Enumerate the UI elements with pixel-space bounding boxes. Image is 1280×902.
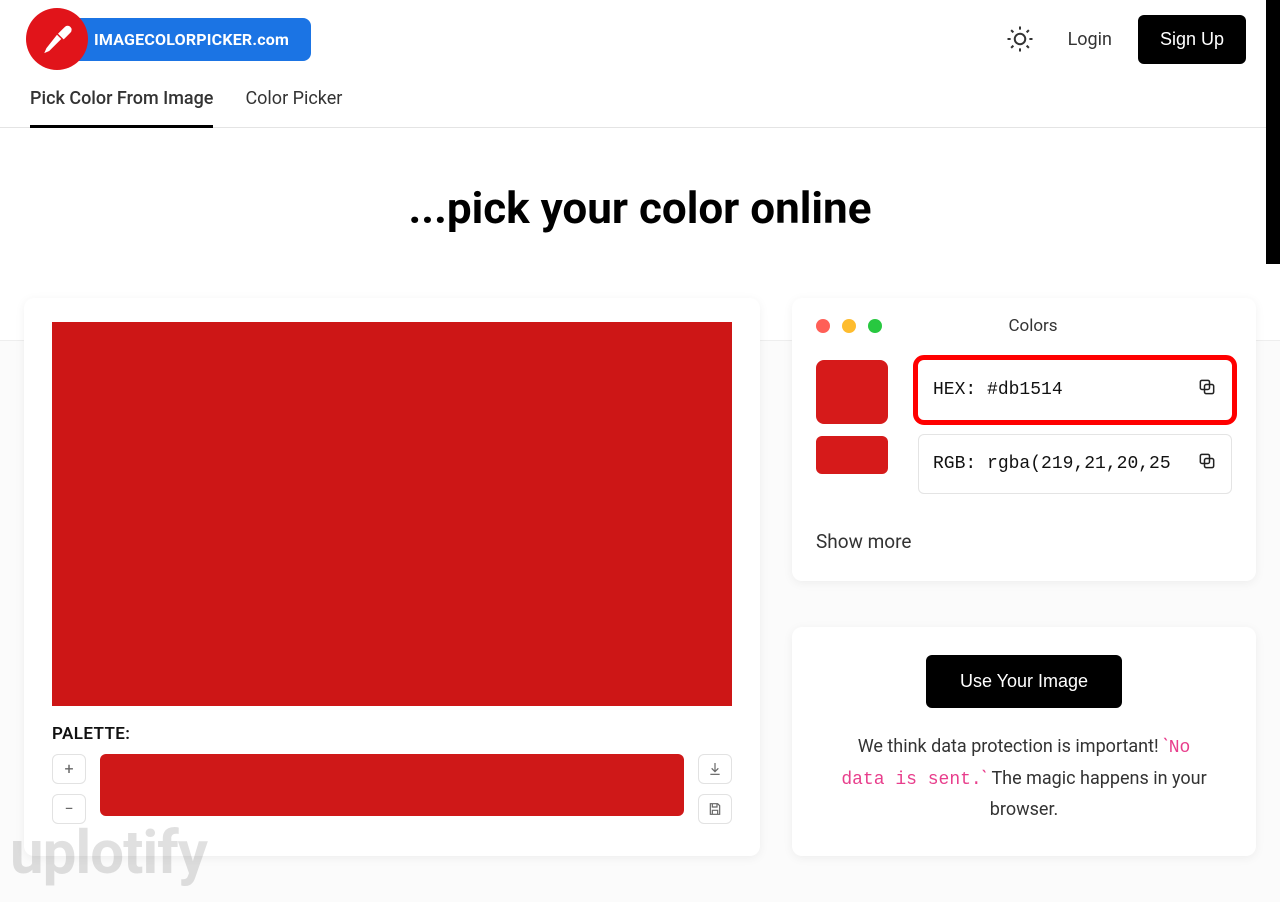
tab-color-picker[interactable]: Color Picker <box>245 88 342 127</box>
minus-icon: − <box>64 801 73 817</box>
window-controls <box>816 319 882 333</box>
use-image-card: Use Your Image We think data protection … <box>792 627 1256 856</box>
logo[interactable]: IMAGECOLORPICKER.com <box>26 8 311 70</box>
watermark: uplotify <box>10 817 207 888</box>
tab-pick-from-image[interactable]: Pick Color From Image <box>30 88 213 128</box>
page-title: ...pick your color online <box>0 182 1280 234</box>
zoom-in-button[interactable]: + <box>52 754 86 784</box>
use-your-image-button[interactable]: Use Your Image <box>926 655 1122 708</box>
copy-icon <box>1197 451 1217 471</box>
copy-rgb-button[interactable] <box>1197 451 1217 477</box>
rgb-value-row[interactable]: RGB: rgba(219,21,20,25 <box>918 434 1232 494</box>
save-icon <box>707 801 723 817</box>
eyedropper-icon <box>26 8 88 70</box>
hex-label: HEX: <box>933 380 976 400</box>
login-link[interactable]: Login <box>1068 29 1112 50</box>
save-button[interactable] <box>698 794 732 824</box>
maximize-icon <box>868 319 882 333</box>
image-card: PALETTE: + − <box>24 298 760 856</box>
rgb-label: RGB: <box>933 454 976 474</box>
header-actions: Login Sign Up <box>998 15 1246 64</box>
picked-color-swatch[interactable] <box>816 360 888 424</box>
rgb-value: rgba(219,21,20,25 <box>987 454 1171 474</box>
hex-value-row[interactable]: HEX: #db1514 <box>918 360 1232 420</box>
sun-icon <box>1005 24 1035 54</box>
copy-icon <box>1197 377 1217 397</box>
minimize-icon <box>842 319 856 333</box>
header: IMAGECOLORPICKER.com Login Sign Up <box>0 0 1280 70</box>
hero: ...pick your color online <box>0 128 1280 298</box>
download-button[interactable] <box>698 754 732 784</box>
show-more-link[interactable]: Show more <box>816 530 1232 553</box>
palette-swatch[interactable] <box>100 754 684 816</box>
text-after: The magic happens in your browser. <box>987 768 1206 821</box>
signup-button[interactable]: Sign Up <box>1138 15 1246 64</box>
previous-color-swatch[interactable] <box>816 436 888 474</box>
download-icon <box>707 761 723 777</box>
close-icon <box>816 319 830 333</box>
copy-hex-button[interactable] <box>1197 377 1217 403</box>
plus-icon: + <box>64 761 73 777</box>
use-image-text: We think data protection is important! `… <box>834 732 1214 826</box>
hex-value: #db1514 <box>987 380 1063 400</box>
right-black-strip <box>1266 0 1280 264</box>
colors-title: Colors <box>882 316 1232 336</box>
palette-label: PALETTE: <box>52 724 732 744</box>
image-preview[interactable] <box>52 322 732 706</box>
tabs: Pick Color From Image Color Picker <box>0 70 1280 128</box>
text-before: We think data protection is important! <box>858 736 1163 757</box>
brand-label: IMAGECOLORPICKER.com <box>66 18 311 61</box>
colors-card: Colors HEX: #db1514 RGB: rgba(219,21,20 <box>792 298 1256 581</box>
theme-toggle[interactable] <box>998 17 1042 61</box>
palette-section: PALETTE: + − <box>52 724 732 824</box>
